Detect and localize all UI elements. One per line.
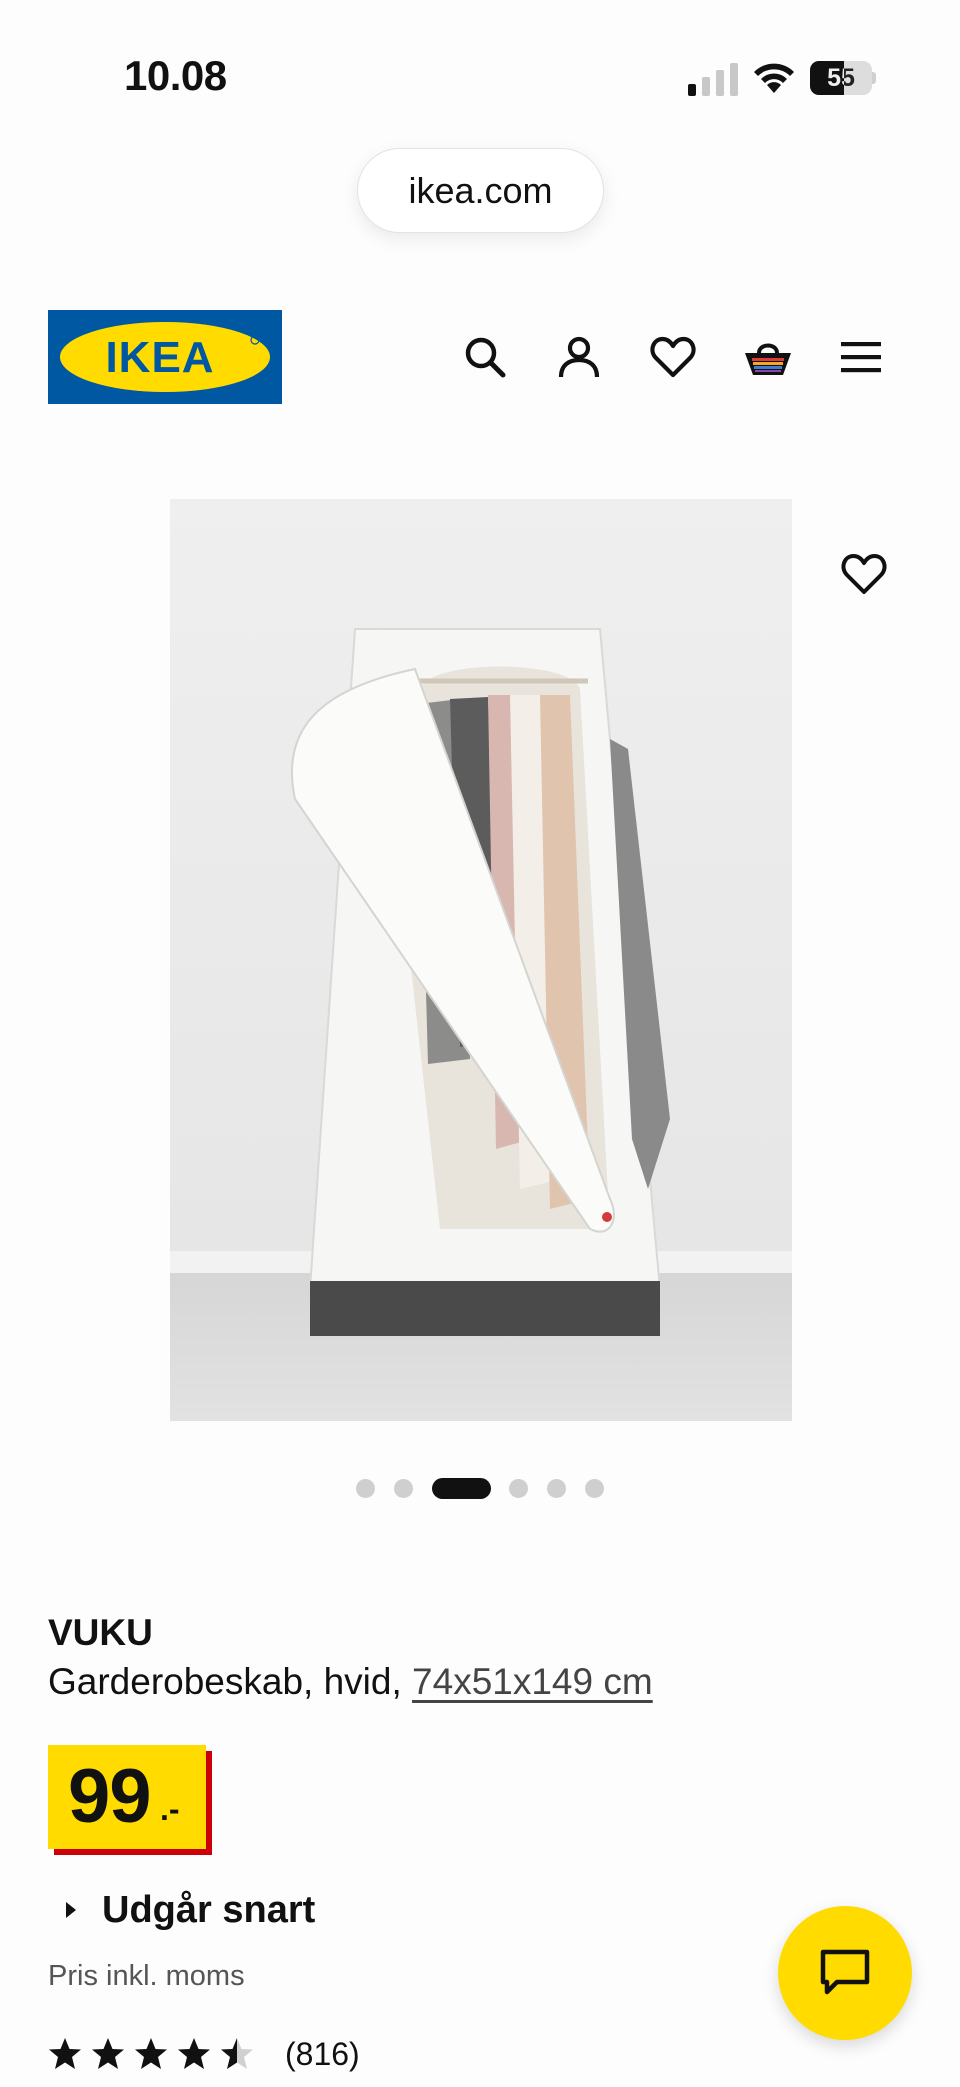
ikea-logo[interactable]: IKEA (48, 310, 282, 404)
product-description: Garderobeskab, hvid, 74x51x149 cm (48, 1661, 653, 1703)
address-bar[interactable]: ikea.com (357, 148, 604, 233)
discontinued-toggle[interactable]: Udgår snart (66, 1886, 315, 1934)
search-icon[interactable] (448, 320, 522, 394)
gallery-dot[interactable] (547, 1479, 566, 1498)
account-icon[interactable] (542, 320, 616, 394)
url-text: ikea.com (408, 169, 553, 211)
menu-icon[interactable] (824, 320, 898, 394)
header-actions (448, 320, 888, 394)
status-bar: 10.08 55 (0, 0, 960, 150)
logo-text: IKEA (105, 333, 214, 382)
gallery-dot[interactable] (394, 1479, 413, 1498)
gallery-dot[interactable] (509, 1479, 528, 1498)
chat-icon (820, 1949, 870, 1995)
star-icon (49, 2038, 81, 2069)
product-dimensions-link[interactable]: 74x51x149 cm (412, 1661, 653, 1702)
rating[interactable]: (816) (48, 2034, 360, 2074)
review-count: (816) (285, 2035, 360, 2072)
discontinued-label: Udgår snart (102, 1888, 316, 1931)
gallery-dot-active[interactable] (432, 1478, 491, 1499)
caret-right-icon (66, 1902, 76, 1918)
star-icon (135, 2038, 167, 2069)
heart-icon[interactable] (836, 546, 892, 602)
product-type: Garderobeskab, hvid, (48, 1661, 413, 1702)
price-suffix: .- (160, 1791, 180, 1827)
star-icon (178, 2038, 210, 2069)
product-name: VUKU (48, 1612, 153, 1653)
star-half-icon (221, 2038, 253, 2069)
wifi-icon (752, 60, 796, 94)
basket-icon[interactable] (731, 320, 805, 394)
battery-level: 55 (827, 64, 855, 92)
signal-icon (688, 62, 738, 96)
price-tag: 99 .- (48, 1745, 212, 1855)
product-image[interactable] (170, 499, 792, 1421)
chat-button[interactable] (778, 1906, 912, 2040)
gallery-dot[interactable] (585, 1479, 604, 1498)
price-integer: 99 (68, 1754, 152, 1839)
status-time: 10.08 (124, 52, 227, 99)
gallery-dot[interactable] (356, 1479, 375, 1498)
star-icon (92, 2038, 124, 2069)
battery-icon: 55 (810, 61, 876, 95)
vat-note: Pris inkl. moms (48, 1960, 245, 1992)
gallery-pagination (350, 1476, 610, 1500)
wishlist-icon[interactable] (636, 320, 710, 394)
